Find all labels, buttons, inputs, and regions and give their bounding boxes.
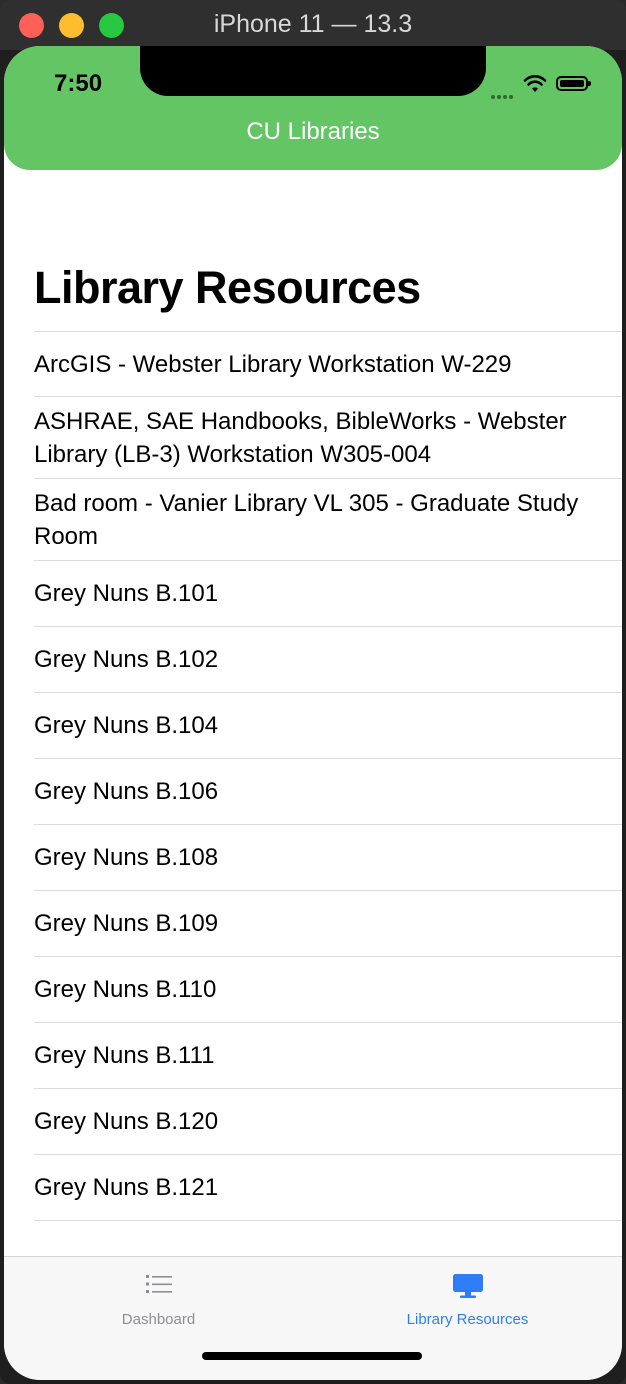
list-item-label: ArcGIS - Webster Library Workstation W-2… bbox=[34, 350, 512, 378]
tab-dashboard[interactable]: Dashboard bbox=[4, 1257, 313, 1341]
list-item[interactable]: Grey Nuns B.121 bbox=[34, 1155, 622, 1221]
resource-list: ArcGIS - Webster Library Workstation W-2… bbox=[34, 331, 622, 1221]
list-item-label: Grey Nuns B.110 bbox=[34, 976, 217, 1003]
list-item[interactable]: Grey Nuns B.106 bbox=[34, 759, 622, 825]
wifi-icon bbox=[523, 75, 547, 92]
window-titlebar: iPhone 11 — 13.3 bbox=[0, 0, 626, 50]
content-area: Library Resources ArcGIS - Webster Libra… bbox=[4, 170, 622, 1256]
list-item-label: ASHRAE, SAE Handbooks, BibleWorks - Webs… bbox=[34, 407, 567, 468]
list-item[interactable]: Grey Nuns B.120 bbox=[34, 1089, 622, 1155]
nav-title: CU Libraries bbox=[246, 118, 380, 145]
window-title: iPhone 11 — 13.3 bbox=[213, 10, 413, 38]
tab-bar: Dashboard Library Resources bbox=[4, 1256, 622, 1380]
desktop-icon bbox=[452, 1274, 483, 1298]
phone-screen: 7:50 CU Libraries Library Resources ArcG… bbox=[4, 46, 622, 1380]
page-title: Library Resources bbox=[34, 262, 421, 313]
list-item[interactable]: Grey Nuns B.110 bbox=[34, 957, 622, 1023]
simulator-window: iPhone 11 — 13.3 7:50 CU Libraries Libra… bbox=[0, 0, 626, 1384]
list-item[interactable]: Grey Nuns B.104 bbox=[34, 693, 622, 759]
tab-library-resources[interactable]: Library Resources bbox=[313, 1257, 622, 1341]
list-item-label: Grey Nuns B.101 bbox=[34, 580, 219, 607]
list-item[interactable]: ASHRAE, SAE Handbooks, BibleWorks - Webs… bbox=[34, 397, 622, 479]
list-item-label: Grey Nuns B.120 bbox=[34, 1108, 219, 1135]
list-item[interactable]: Grey Nuns B.101 bbox=[34, 561, 622, 627]
battery-icon bbox=[556, 76, 591, 91]
list-item[interactable]: Bad room - Vanier Library VL 305 - Gradu… bbox=[34, 479, 622, 561]
list-item-label: Grey Nuns B.102 bbox=[34, 646, 219, 673]
list-item[interactable]: ArcGIS - Webster Library Workstation W-2… bbox=[34, 332, 622, 397]
list-item-label: Grey Nuns B.111 bbox=[34, 1042, 215, 1069]
list-item[interactable]: Grey Nuns B.102 bbox=[34, 627, 622, 693]
list-item[interactable]: Grey Nuns B.109 bbox=[34, 891, 622, 957]
list-item-label: Grey Nuns B.121 bbox=[34, 1174, 219, 1201]
list-item-label: Grey Nuns B.108 bbox=[34, 844, 219, 871]
navigation-bar: 7:50 CU Libraries bbox=[4, 46, 622, 170]
status-time: 7:50 bbox=[54, 70, 103, 97]
list-icon bbox=[145, 1275, 172, 1293]
tab-dashboard-label: Dashboard bbox=[121, 1311, 196, 1328]
cellular-signal-icon bbox=[491, 86, 521, 99]
list-item-label: Grey Nuns B.106 bbox=[34, 778, 219, 805]
list-item[interactable]: Grey Nuns B.108 bbox=[34, 825, 622, 891]
home-indicator bbox=[202, 1352, 422, 1360]
list-item[interactable]: Grey Nuns B.111 bbox=[34, 1023, 622, 1089]
notch bbox=[140, 46, 486, 96]
list-item-label: Grey Nuns B.109 bbox=[34, 910, 219, 937]
list-item-label: Bad room - Vanier Library VL 305 - Gradu… bbox=[34, 489, 579, 550]
tab-library-resources-label: Library Resources bbox=[406, 1311, 529, 1328]
list-item-label: Grey Nuns B.104 bbox=[34, 712, 219, 739]
